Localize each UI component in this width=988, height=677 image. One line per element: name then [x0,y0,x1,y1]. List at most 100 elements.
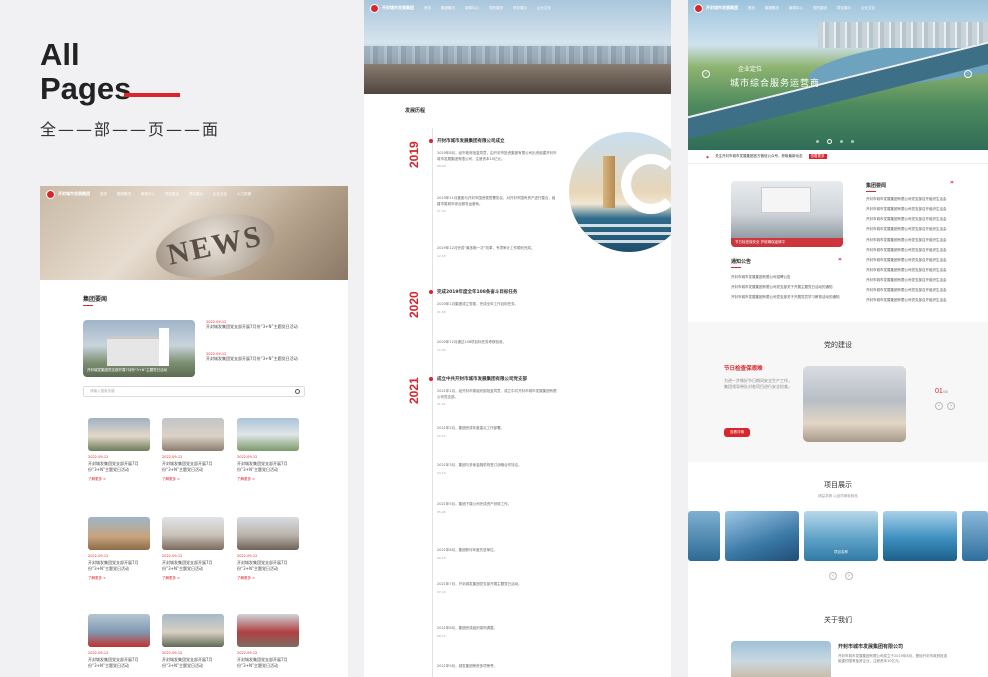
group-news-item[interactable]: 开封市城市发展集团有限公司党支部召开组织生活会 [866,285,947,295]
nav-item-home[interactable]: 首页 [748,6,755,11]
notice-list-item[interactable]: 开封市城市发展集团有限公司招聘公告 [731,272,840,282]
project-card[interactable] [962,511,988,561]
news-card[interactable]: 2022-09-12 开封城发集团党支部开展7月份“3+N”主题党日活动 了解更… [237,418,299,482]
nav-item-party[interactable]: 党的建设 [489,6,503,11]
project-next-icon[interactable]: › [845,572,853,580]
group-news-item[interactable]: 开封市城市发展集团有限公司党支部召开组织生活会 [866,194,947,204]
nav-item-culture[interactable]: 企业文化 [213,192,227,197]
skyline-graphic [364,46,671,64]
news-card-more-link[interactable]: 了解更多 > [88,576,150,581]
group-news-more-icon[interactable]: » [950,179,954,186]
project-card[interactable] [883,511,957,561]
notice-bell-icon: ◉ [706,154,710,159]
news-card-more-link[interactable]: 了解更多 > [162,477,224,482]
news-card-title: 开封城发集团党支部开展7月份“3+N”主题党日活动 [88,657,139,668]
nav-item-party[interactable]: 党的建设 [813,6,827,11]
party-image[interactable] [803,366,906,442]
home-feature-image[interactable]: 节日检查保安全 护航确保疫情平 [731,181,843,247]
notice-text: 关注开封市城市发展集团官方微信公众号，获取最新动态 [715,154,803,158]
group-news-item[interactable]: 开封市城市发展集团有限公司党支部召开组织生活会 [866,235,947,245]
event-date: 06-18 [437,555,446,560]
pagination-dot[interactable] [816,140,819,143]
project-card[interactable] [725,511,799,561]
news-card[interactable]: 2022-09-12 开封城发集团党支部开展7月份“3+N”主题党日活动 [237,614,299,669]
news-card-date: 2022-09-12 [88,455,109,459]
side-news-item[interactable]: 2022-09-12 开封城发集团党支部开展7月份“3+N”主题党日活动 [206,320,306,330]
notice-more-icon[interactable]: » [838,256,842,263]
towers-shape [818,22,988,48]
party-summary: 节日检查保艰难 为进一步做好节日期间安全生产工作，集团领导带队对各项目进行安全检… [724,364,794,391]
nav-item-about[interactable]: 集团概况 [765,6,779,11]
nav-item-culture[interactable]: 企业文化 [861,6,875,11]
nav-item-culture[interactable]: 企业文化 [537,6,551,11]
nav-item-about[interactable]: 集团概况 [441,6,455,11]
project-card-active[interactable]: 项目名称 [804,511,878,561]
site-logo[interactable]: 开封城市发展集团 [46,189,90,199]
group-news-item[interactable]: 开封市城市发展集团有限公司党支部召开组织生活会 [866,255,947,265]
group-news-item[interactable]: 开封市城市发展集团有限公司党支部召开组织生活会 [866,275,947,285]
side-news-item[interactable]: 2022-09-12 开封城发集团党支部开展7月份“3+N”主题党日活动 [206,352,306,362]
group-news-item[interactable]: 开封市城市发展集团有限公司党支部召开组织生活会 [866,204,947,214]
notice-ticker[interactable]: ◉ 关注开封市城市发展集团官方微信公众号，获取最新动态 查看更多 [688,150,988,164]
news-card[interactable]: 2022-09-12 开封城发集团党支部开展7月份“3+N”主题党日活动 了解更… [237,517,299,581]
news-feature-image[interactable]: 开封城发集团党支部开展7月份“3+N”主题党日活动 [83,320,195,377]
hero-headline: 城市综合服务运营商 [730,79,821,89]
hero-pagination[interactable] [816,139,854,144]
project-prev-icon[interactable]: ‹ [829,572,837,580]
search-icon[interactable] [295,389,300,394]
group-news-item[interactable]: 开封市城市发展集团有限公司党支部召开组织生活会 [866,245,947,255]
party-prev-icon[interactable]: ‹ [935,402,943,410]
timeline-event-title: 完成2019年度全年108条奋斗目标任务 [437,290,518,295]
group-news-item[interactable]: 开封市城市发展集团有限公司党支部召开组织生活会 [866,295,947,305]
nav-item-news[interactable]: 新闻中心 [465,6,479,11]
project-card[interactable] [688,511,720,561]
nav-item-hr[interactable]: 人力资源 [237,192,251,197]
notice-list-item[interactable]: 开封市城市发展集团有限公司党支部关于开展主题党日活动的通知 [731,282,840,292]
side-news-title: 开封城发集团党支部开展7月份“3+N”主题党日活动 [206,324,298,329]
news-card-more-link[interactable]: 了解更多 > [237,477,299,482]
event-text: 2019年12月完成“最多跑一次”改革，专项审计工作顺利完成。 [437,246,535,250]
party-detail-button[interactable]: 查看详情 [724,428,750,437]
site-logo[interactable]: 开封城市发展集团 [370,3,414,13]
news-card[interactable]: 2022-09-12 开封城发集团党支部开展7月份“3+N”主题党日活动 了解更… [88,418,150,482]
news-card[interactable]: 2022-09-12 开封城发集团党支部开展7月份“3+N”主题党日活动 了解更… [162,517,224,581]
news-card-more-link[interactable]: 了解更多 > [162,576,224,581]
notice-list-item[interactable]: 开封市城市发展集团有限公司党支部关于开展党员学习教育活动的通知 [731,292,840,302]
party-slide-counter: 01/05 [935,388,948,395]
hero-next-arrow-icon[interactable]: › [964,70,972,78]
news-card[interactable]: 2022-09-12 开封城发集团党支部开展7月份“3+N”主题党日活动 了解更… [162,418,224,482]
group-news-item[interactable]: 开封市城市发展集团有限公司党支部召开组织生活会 [866,214,947,224]
news-card[interactable]: 2022-09-12 开封城发集团党支部开展7月份“3+N”主题党日活动 了解更… [88,517,150,581]
site-logo[interactable]: 开封城市发展集团 [694,3,738,13]
timeline-dot [429,139,433,143]
nav-item-news[interactable]: 新闻中心 [141,192,155,197]
pagination-dot[interactable] [851,140,854,143]
home-feature-caption: 节日检查保安全 护航确保疫情平 [731,238,843,247]
news-card-more-link[interactable]: 了解更多 > [88,477,150,482]
news-search-input[interactable]: 请输入搜索关键 [83,386,305,397]
group-news-item[interactable]: 开封市城市发展集团有限公司党支部召开组织生活会 [866,224,947,234]
nav-item-projects[interactable]: 项目展示 [513,6,527,11]
deck-graphic [364,64,671,94]
nav-item-party[interactable]: 党的建设 [165,192,179,197]
hero-prev-arrow-icon[interactable]: ‹ [702,70,710,78]
nav-item-projects[interactable]: 项目展示 [189,192,203,197]
side-news-title: 开封城发集团党支部开展7月份“3+N”主题党日活动 [206,356,298,361]
group-news-item[interactable]: 开封市城市发展集团有限公司党支部召开组织生活会 [866,265,947,275]
party-next-icon[interactable]: › [947,402,955,410]
nav-item-home[interactable]: 首页 [100,192,107,197]
pagination-dot-active[interactable] [827,139,832,144]
news-card-more-link[interactable]: 了解更多 > [237,576,299,581]
nav-item-about[interactable]: 集团概况 [117,192,131,197]
nav-item-home[interactable]: 首页 [424,6,431,11]
event-text: 2021年3月，集团与多家金融机构签订战略合作协议。 [437,463,522,467]
pagination-dot[interactable] [840,140,843,143]
notice-more-tag[interactable]: 查看更多 [808,154,827,159]
event-date: 12-05 [437,347,446,352]
news-card[interactable]: 2022-09-12 开封城发集团党支部开展7月份“3+N”主题党日活动 [162,614,224,669]
news-card[interactable]: 2022-09-12 开封城发集团党支部开展7月份“3+N”主题党日活动 [88,614,150,669]
nav-item-news[interactable]: 新闻中心 [789,6,803,11]
about-company-name: 开封市城市发展集团有限公司 [838,644,904,650]
title-line-pages: Pages [40,72,220,106]
nav-item-projects[interactable]: 项目展示 [837,6,851,11]
